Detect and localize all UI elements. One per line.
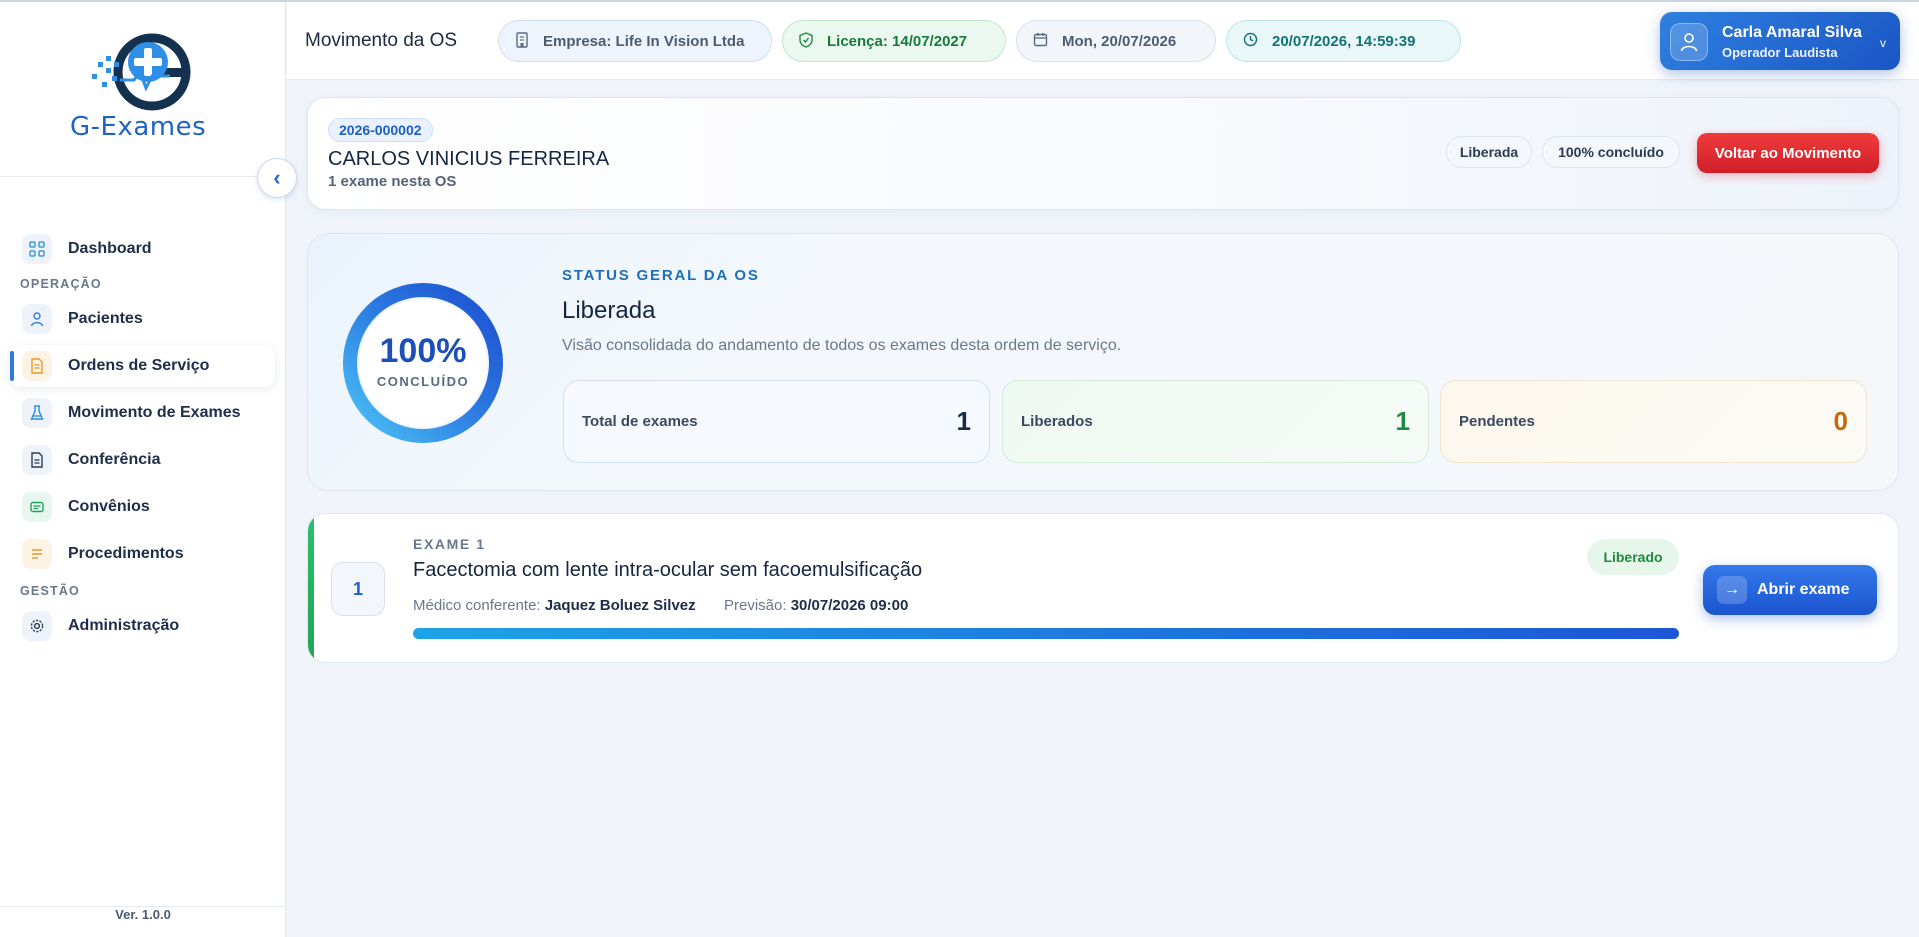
gear-icon	[22, 611, 52, 641]
os-status-card: 100% CONCLUÍDO STATUS GERAL DA OS Libera…	[307, 233, 1899, 491]
chevron-down-icon: v	[1880, 36, 1886, 50]
exam-card: 1 EXAME 1 Facectomia com lente intra-ocu…	[307, 513, 1899, 663]
sidebar-section-gestao: GESTÃO	[20, 584, 80, 598]
date-text: Mon, 20/07/2026	[1062, 32, 1177, 50]
open-exam-button[interactable]: → Abrir exame	[1703, 565, 1877, 615]
arrow-right-icon: →	[1717, 576, 1747, 604]
sidebar-item-administracao[interactable]: Administração	[10, 605, 275, 647]
logo-text: G-Exames	[70, 112, 207, 142]
exam-title: Facectomia com lente intra-ocular sem fa…	[413, 559, 923, 581]
sidebar-item-label: Conferência	[68, 451, 161, 468]
sidebar-item-convenios[interactable]: Convênios	[10, 486, 275, 528]
collapse-sidebar-button[interactable]: ‹	[257, 158, 297, 198]
progress-label: CONCLUÍDO	[376, 374, 470, 389]
metric-label: Pendentes	[1459, 413, 1535, 430]
clock-icon	[1243, 32, 1258, 50]
metric-value: 1	[956, 406, 971, 436]
progress-badge: 100% concluído	[1542, 136, 1680, 168]
empresa-text: Empresa: Life In Vision Ltda	[543, 32, 745, 50]
sidebar-item-pacientes[interactable]: Pacientes	[10, 298, 275, 340]
sidebar-item-procedimentos[interactable]: Procedimentos	[10, 533, 275, 575]
sidebar-item-label: Pacientes	[68, 310, 143, 327]
sidebar-item-label: Ordens de Serviço	[68, 357, 210, 374]
status-title: Liberada	[562, 297, 656, 324]
sidebar-item-label: Dashboard	[68, 240, 152, 257]
building-icon	[515, 31, 529, 51]
sidebar-item-label: Movimento de Exames	[68, 404, 241, 421]
exam-progress-fill	[413, 628, 1679, 639]
exam-progress-bar	[413, 628, 1679, 639]
os-summary-card: 2026-000002 CARLOS VINICIUS FERREIRA 1 e…	[307, 97, 1899, 210]
metric-label: Total de exames	[582, 413, 698, 430]
sidebar-item-movimento-de-exames[interactable]: Movimento de Exames	[10, 392, 275, 434]
previsao-label: Previsão:	[723, 597, 787, 614]
metric-pendentes: Pendentes 0	[1440, 380, 1867, 463]
exam-index: 1	[331, 562, 385, 616]
progress-ring: 100% CONCLUÍDO	[340, 280, 506, 446]
datetime-text: 20/07/2026, 14:59:39	[1272, 32, 1416, 50]
progress-percent: 100%	[379, 332, 467, 370]
licenca-text: Licença: 14/07/2027	[827, 32, 968, 50]
medico-name: Jaquez Boluez Silvez	[544, 597, 696, 614]
back-to-movement-button[interactable]: Voltar ao Movimento	[1697, 133, 1879, 173]
sidebar-item-label: Convênios	[68, 498, 150, 515]
sidebar-item-label: Procedimentos	[68, 545, 184, 562]
app-version: Ver. 1.0.0	[115, 907, 171, 922]
os-number-badge: 2026-000002	[328, 118, 433, 142]
sidebar-item-ordens-de-servico[interactable]: Ordens de Serviço	[10, 345, 275, 387]
exam-status-badge: Liberado	[1587, 539, 1679, 575]
date-pill: Mon, 20/07/2026	[1016, 20, 1216, 62]
exam-meta: Médico conferente: Jaquez Boluez Silvez …	[413, 597, 908, 614]
status-description: Visão consolidada do andamento de todos …	[562, 337, 1122, 354]
user-name: Carla Amaral Silva	[1722, 24, 1862, 41]
calendar-icon	[1033, 32, 1048, 50]
chevron-left-icon: ‹	[273, 165, 281, 190]
user-role: Operador Laudista	[1722, 45, 1838, 60]
document-icon	[22, 351, 52, 381]
metric-total-exames: Total de exames 1	[563, 380, 990, 463]
top-header: Movimento da OS Empresa: Life In Vision …	[287, 2, 1919, 80]
page-title: Movimento da OS	[305, 30, 458, 51]
metric-value: 0	[1833, 406, 1848, 436]
licenca-pill: Licença: 14/07/2027	[782, 20, 1006, 62]
open-exam-label: Abrir exame	[1757, 581, 1850, 598]
sidebar: G-Exames Dashboard OPERAÇÃO Pacientes Or…	[0, 2, 286, 937]
empresa-pill: Empresa: Life In Vision Ltda	[498, 20, 772, 62]
card-icon	[22, 492, 52, 522]
logo-icon	[92, 33, 191, 111]
status-accent-bar	[308, 514, 314, 662]
status-eyebrow: STATUS GERAL DA OS	[562, 267, 760, 284]
sidebar-item-conferencia[interactable]: Conferência	[10, 439, 275, 481]
sidebar-item-label: Administração	[68, 617, 180, 634]
user-icon	[22, 304, 52, 334]
exam-count: 1 exame nesta OS	[328, 173, 457, 190]
avatar	[1670, 23, 1708, 61]
datetime-pill: 20/07/2026, 14:59:39	[1226, 20, 1461, 62]
patient-name: CARLOS VINICIUS FERREIRA	[328, 148, 610, 170]
exam-eyebrow: EXAME 1	[413, 536, 486, 552]
file-check-icon	[22, 445, 52, 475]
logo-area: G-Exames	[0, 2, 286, 177]
sidebar-item-dashboard[interactable]: Dashboard	[10, 228, 275, 270]
grid-icon	[22, 234, 52, 264]
previsao-date: 30/07/2026 09:00	[790, 597, 909, 614]
metric-liberados: Liberados 1	[1002, 380, 1429, 463]
sidebar-section-operacao: OPERAÇÃO	[20, 277, 102, 291]
metric-value: 1	[1395, 406, 1410, 436]
shield-check-icon	[799, 31, 813, 51]
medico-label: Médico conferente:	[413, 597, 541, 614]
list-icon	[22, 539, 52, 569]
metric-label: Liberados	[1021, 413, 1093, 430]
user-menu[interactable]: Carla Amaral Silva Operador Laudista v	[1660, 12, 1900, 70]
status-badge: Liberada	[1446, 136, 1532, 168]
flask-icon	[22, 398, 52, 428]
